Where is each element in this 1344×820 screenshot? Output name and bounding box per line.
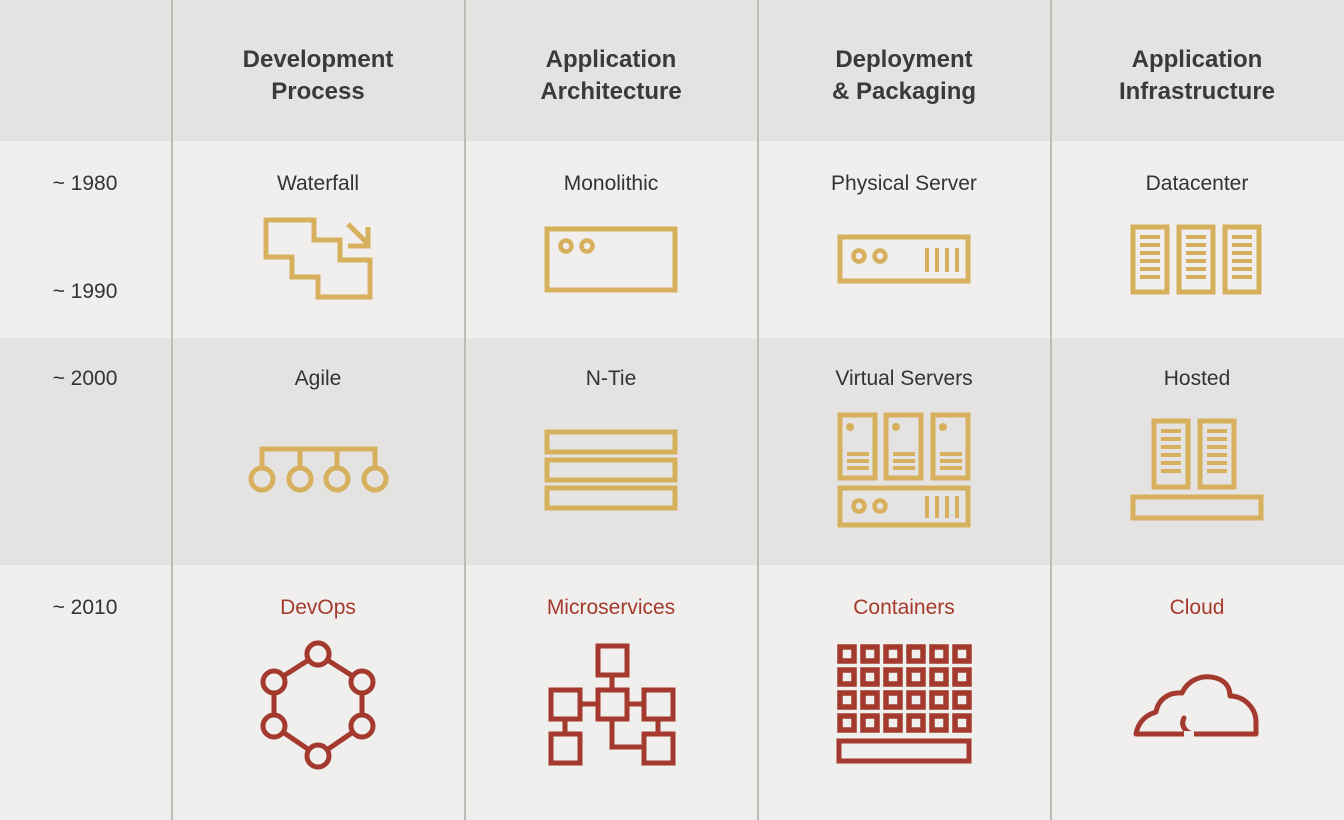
- cell-label-monolithic: Monolithic: [563, 172, 659, 195]
- container-cell: [952, 713, 972, 733]
- container-cell: [837, 667, 857, 687]
- container-cell: [837, 690, 857, 710]
- container-cell: [929, 690, 949, 710]
- column-header-application-infrastructure: Application Infrastructure: [1051, 44, 1343, 108]
- header-line: Process: [271, 78, 365, 105]
- container-cell: [906, 644, 926, 664]
- column-divider: [464, 0, 466, 820]
- container-cell: [860, 644, 880, 664]
- cell-label-waterfall: Waterfall: [276, 172, 360, 195]
- container-cell: [906, 713, 926, 733]
- column-header-development-process: Development Process: [172, 44, 464, 108]
- container-cell: [952, 644, 972, 664]
- container-cell: [860, 690, 880, 710]
- cell-label-hosted: Hosted: [1163, 367, 1231, 390]
- monolith-box-icon: [544, 226, 678, 293]
- year-label-1980: ~ 1980: [52, 172, 118, 195]
- cell-label-datacenter: Datacenter: [1145, 172, 1249, 195]
- header-line: Infrastructure: [1118, 78, 1276, 105]
- container-cell: [906, 667, 926, 687]
- container-cell: [883, 644, 903, 664]
- header-line: Deployment: [835, 46, 973, 73]
- hosted-racks-icon: [1130, 418, 1264, 521]
- header-line: Application: [1131, 46, 1263, 73]
- header-line: Application: [545, 46, 677, 73]
- container-cell: [952, 690, 972, 710]
- container-cell: [929, 644, 949, 664]
- cell-label-virtual-servers: Virtual Servers: [835, 367, 973, 390]
- n-tier-layers-icon: [544, 429, 678, 511]
- container-cell: [883, 690, 903, 710]
- agile-iterations-icon: [248, 446, 389, 493]
- container-cell: [952, 667, 972, 687]
- cell-label-agile: Agile: [294, 367, 342, 390]
- column-divider: [1050, 0, 1052, 820]
- container-cell: [837, 644, 857, 664]
- microservices-network-icon: [548, 643, 676, 766]
- column-divider: [757, 0, 759, 820]
- year-label-2010: ~ 2010: [52, 596, 118, 619]
- cell-label-physical-server: Physical Server: [831, 172, 977, 195]
- cell-label-microservices: Microservices: [546, 596, 676, 619]
- container-cell: [860, 667, 880, 687]
- container-cell: [929, 713, 949, 733]
- column-header-deployment-packaging: Deployment & Packaging: [758, 44, 1050, 108]
- waterfall-stairs-icon: [263, 217, 373, 300]
- year-label-2000: ~ 2000: [52, 367, 118, 390]
- devops-ring-icon: [260, 640, 376, 770]
- header-line: Architecture: [540, 78, 682, 105]
- header-line: Development: [242, 46, 394, 73]
- cell-label-devops: DevOps: [280, 596, 356, 619]
- datacenter-racks-icon: [1130, 224, 1262, 295]
- header-line: & Packaging: [831, 78, 977, 105]
- cell-label-containers: Containers: [853, 596, 955, 619]
- column-header-application-architecture: Application Architecture: [465, 44, 757, 108]
- containers-grid-icon: [836, 644, 972, 764]
- container-cell: [906, 690, 926, 710]
- virtual-servers-icon: [837, 412, 971, 528]
- cell-label-n-tier: N-Tie: [585, 367, 637, 390]
- container-cell: [929, 667, 949, 687]
- container-cell: [883, 713, 903, 733]
- container-cell: [837, 713, 857, 733]
- column-divider: [171, 0, 173, 820]
- year-label-1990: ~ 1990: [52, 280, 118, 303]
- cell-label-cloud: Cloud: [1169, 596, 1225, 619]
- physical-server-icon: [837, 234, 971, 284]
- container-cell: [860, 713, 880, 733]
- container-cell: [883, 667, 903, 687]
- cloud-icon: [1133, 674, 1259, 737]
